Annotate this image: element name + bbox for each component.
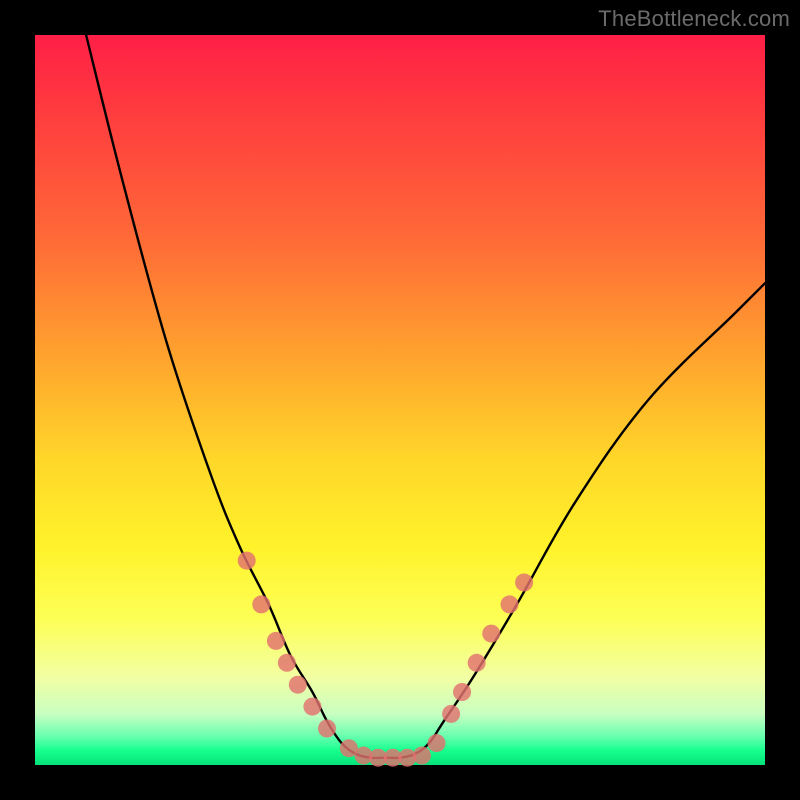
highlight-dot	[515, 574, 533, 592]
highlight-dots	[238, 552, 533, 767]
chart-frame: TheBottleneck.com	[0, 0, 800, 800]
chart-svg	[35, 35, 765, 765]
highlight-dot	[289, 676, 307, 694]
highlight-dot	[453, 683, 471, 701]
highlight-dot	[413, 747, 431, 765]
highlight-dot	[442, 705, 460, 723]
highlight-dot	[501, 595, 519, 613]
highlight-dot	[468, 654, 486, 672]
highlight-dot	[482, 625, 500, 643]
bottleneck-curve	[86, 35, 765, 758]
highlight-dot	[252, 595, 270, 613]
highlight-dot	[238, 552, 256, 570]
highlight-dot	[267, 632, 285, 650]
highlight-dot	[303, 698, 321, 716]
plot-area	[35, 35, 765, 765]
highlight-dot	[428, 734, 446, 752]
watermark-text: TheBottleneck.com	[598, 6, 790, 32]
highlight-dot	[278, 654, 296, 672]
highlight-dot	[318, 720, 336, 738]
